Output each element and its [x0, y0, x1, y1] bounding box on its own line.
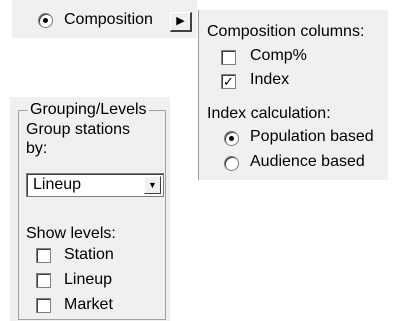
index-checkbox[interactable]: ✓: [221, 74, 236, 89]
market-level-checkbox[interactable]: [36, 298, 51, 313]
comp-percent-label: Comp%: [250, 47, 307, 64]
population-based-label: Population based: [250, 128, 374, 145]
audience-based-radio[interactable]: [224, 156, 239, 171]
grouping-title: Grouping/Levels: [28, 101, 149, 119]
comp-percent-checkbox[interactable]: [221, 50, 236, 65]
audience-based-label: Audience based: [250, 153, 365, 170]
composition-columns-heading: Composition columns:: [207, 23, 365, 40]
checkmark-icon: ✓: [223, 74, 234, 89]
radio-selected-dot: [229, 136, 234, 141]
group-by-value: Lineup: [33, 176, 82, 193]
station-level-label: Station: [64, 246, 114, 263]
radio-selected-dot: [43, 18, 48, 23]
composition-expand-button[interactable]: ▶: [170, 12, 192, 32]
chevron-down-icon: ▼: [148, 180, 157, 190]
triangle-right-icon: ▶: [176, 15, 185, 27]
group-stations-label-by: by:: [26, 140, 48, 157]
index-calculation-heading: Index calculation:: [207, 105, 331, 122]
index-label: Index: [250, 71, 290, 88]
lineup-level-label: Lineup: [64, 271, 113, 288]
composition-label: Composition: [64, 11, 153, 28]
lineup-level-checkbox[interactable]: [36, 273, 51, 288]
composition-radio[interactable]: [38, 13, 53, 28]
dropdown-button[interactable]: ▼: [144, 176, 161, 194]
show-levels-label: Show levels:: [26, 225, 116, 242]
market-level-label: Market: [64, 296, 113, 313]
group-by-select[interactable]: Lineup ▼: [26, 173, 164, 197]
population-based-radio[interactable]: [224, 131, 239, 146]
group-stations-label: Group stations: [26, 121, 131, 138]
station-level-checkbox[interactable]: [36, 248, 51, 263]
